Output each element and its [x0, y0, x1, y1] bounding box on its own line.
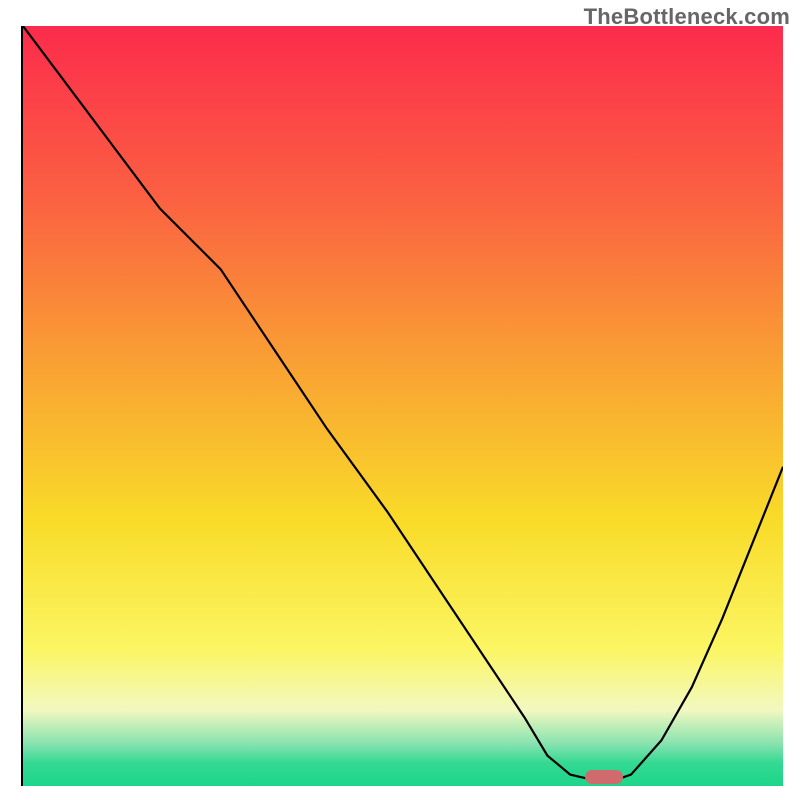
- chart-background: [23, 26, 783, 786]
- chart-svg: [23, 26, 783, 786]
- chart-frame: TheBottleneck.com: [0, 0, 800, 800]
- optimal-marker: [585, 770, 623, 784]
- plot-area: [21, 26, 781, 786]
